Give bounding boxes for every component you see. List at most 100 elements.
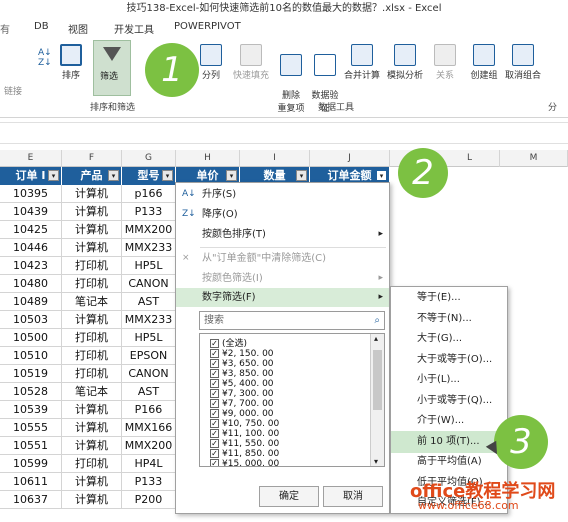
what-if-button[interactable]: 模拟分析	[384, 44, 426, 81]
cell-model[interactable]: MMX200	[122, 437, 176, 455]
cell-model[interactable]: AST	[122, 293, 176, 311]
dropdown-arrow-icon[interactable]: ▾	[296, 170, 307, 181]
checkbox-checked-icon[interactable]: ✓	[210, 449, 219, 458]
cell-model[interactable]: p166	[122, 185, 176, 203]
tab-view[interactable]: 视图	[68, 21, 88, 36]
submenu-item[interactable]: 不等于(N)...	[391, 308, 507, 330]
text-to-columns-button[interactable]: 分列	[194, 44, 228, 81]
cell-product[interactable]: 打印机	[62, 275, 122, 293]
cell-order-id[interactable]: 10539	[0, 401, 62, 419]
col-header-i[interactable]: I	[240, 150, 310, 167]
checkbox-checked-icon[interactable]: ✓	[210, 429, 219, 438]
cell-product[interactable]: 计算机	[62, 419, 122, 437]
cell-product[interactable]: 计算机	[62, 437, 122, 455]
scroll-thumb[interactable]	[373, 350, 382, 410]
consolidate-button[interactable]: 合并计算	[342, 44, 382, 81]
menu-clear-filter[interactable]: ⨯ 从"订单金额"中清除筛选(C)	[176, 249, 389, 268]
cell-product[interactable]: 笔记本	[62, 293, 122, 311]
sort-az-icon[interactable]: A↓ Z↓	[38, 48, 54, 88]
sort-button[interactable]: 排序	[54, 44, 88, 81]
dropdown-arrow-icon[interactable]: ▾	[162, 170, 173, 181]
checkbox-checked-icon[interactable]: ✓	[210, 379, 219, 388]
cell-order-id[interactable]: 10599	[0, 455, 62, 473]
scroll-down-icon[interactable]: ▾	[374, 457, 378, 466]
checkbox-checked-icon[interactable]: ✓	[210, 409, 219, 418]
cell-model[interactable]: CANON	[122, 365, 176, 383]
cell-order-id[interactable]: 10446	[0, 239, 62, 257]
ok-button[interactable]: 确定	[259, 486, 319, 507]
cell-product[interactable]: 计算机	[62, 401, 122, 419]
checkbox-checked-icon[interactable]: ✓	[210, 399, 219, 408]
cell-order-id[interactable]: 10425	[0, 221, 62, 239]
cell-product[interactable]: 计算机	[62, 473, 122, 491]
dropdown-arrow-icon[interactable]: ▾	[48, 170, 59, 181]
cell-order-id[interactable]: 10423	[0, 257, 62, 275]
cell-product[interactable]: 计算机	[62, 239, 122, 257]
col-header-f[interactable]: F	[62, 150, 122, 167]
cell-model[interactable]: CANON	[122, 275, 176, 293]
col-header-e[interactable]: E	[0, 150, 62, 167]
cell-order-id[interactable]: 10395	[0, 185, 62, 203]
cell-order-id[interactable]: 10551	[0, 437, 62, 455]
filter-button[interactable]: 筛选	[93, 40, 131, 96]
submenu-item[interactable]: 等于(E)...	[391, 287, 507, 309]
checkbox-checked-icon[interactable]: ✓	[210, 359, 219, 368]
cell-order-id[interactable]: 10480	[0, 275, 62, 293]
submenu-item[interactable]: 大于(G)...	[391, 328, 507, 350]
tab-powerpivot[interactable]: POWERPIVOT	[174, 21, 241, 32]
cell-order-id[interactable]: 10528	[0, 383, 62, 401]
cell-order-id[interactable]: 10489	[0, 293, 62, 311]
cell-model[interactable]: HP5L	[122, 257, 176, 275]
checkbox-checked-icon[interactable]: ✓	[210, 369, 219, 378]
cell-product[interactable]: 打印机	[62, 347, 122, 365]
col-header-h[interactable]: H	[176, 150, 240, 167]
cell-model[interactable]: MMX166	[122, 419, 176, 437]
checkbox-checked-icon[interactable]: ✓	[210, 349, 219, 358]
cell-order-id[interactable]: 10519	[0, 365, 62, 383]
cell-model[interactable]: P133	[122, 473, 176, 491]
tab-partial[interactable]: 有	[0, 21, 10, 36]
checkbox-checked-icon[interactable]: ✓	[210, 419, 219, 428]
cell-product[interactable]: 计算机	[62, 491, 122, 509]
checkbox-checked-icon[interactable]: ✓	[210, 389, 219, 398]
filter-value-list[interactable]: ▴ ▾ ✓ (全选) ✓ ¥2, 150. 00 ✓ ¥3, 650. 00 ✓ ¥3, 85…	[199, 333, 385, 467]
filter-search-input[interactable]: 搜索 ⌕	[199, 311, 385, 330]
cell-model[interactable]: HP5L	[122, 329, 176, 347]
col-header-g[interactable]: G	[122, 150, 176, 167]
tab-developer[interactable]: 开发工具	[114, 21, 154, 36]
cell-model[interactable]: AST	[122, 383, 176, 401]
filter-list-item[interactable]: ✓ ¥15, 000. 00	[210, 458, 279, 466]
dropdown-arrow-icon[interactable]: ▾	[226, 170, 237, 181]
flash-fill-button[interactable]: 快速填充	[230, 44, 272, 81]
checkbox-checked-icon[interactable]: ✓	[210, 439, 219, 448]
cell-model[interactable]: EPSON	[122, 347, 176, 365]
cell-model[interactable]: MMX200	[122, 221, 176, 239]
menu-filter-by-color[interactable]: 按颜色筛选(I) ▸	[176, 269, 389, 288]
cell-order-id[interactable]: 10611	[0, 473, 62, 491]
col-header-l[interactable]: L	[440, 150, 500, 167]
menu-sort-asc[interactable]: A↓ 升序(S)	[176, 185, 389, 204]
cell-model[interactable]: MMX233	[122, 311, 176, 329]
menu-sort-desc[interactable]: Z↓ 降序(O)	[176, 205, 389, 224]
submenu-item[interactable]: 大于或等于(O)...	[391, 349, 507, 371]
submenu-item[interactable]: 小于(L)...	[391, 369, 507, 391]
checkbox-checked-icon[interactable]: ✓	[210, 339, 219, 348]
dropdown-arrow-icon[interactable]: ▾	[108, 170, 119, 181]
cell-product[interactable]: 打印机	[62, 257, 122, 275]
formula-bar[interactable]	[0, 122, 568, 144]
col-header-m[interactable]: M	[500, 150, 568, 167]
cell-order-id[interactable]: 10510	[0, 347, 62, 365]
submenu-item[interactable]: 介于(W)...	[391, 410, 507, 432]
cell-product[interactable]: 打印机	[62, 455, 122, 473]
cell-order-id[interactable]: 10500	[0, 329, 62, 347]
cancel-button[interactable]: 取消	[323, 486, 383, 507]
cell-model[interactable]: MMX233	[122, 239, 176, 257]
cell-model[interactable]: P166	[122, 401, 176, 419]
cell-model[interactable]: P200	[122, 491, 176, 509]
list-scrollbar[interactable]: ▴ ▾	[370, 334, 384, 466]
ungroup-button[interactable]: 取消组合	[502, 44, 544, 81]
cell-order-id[interactable]: 10555	[0, 419, 62, 437]
dropdown-arrow-icon[interactable]: ▾	[376, 170, 387, 181]
scroll-up-icon[interactable]: ▴	[374, 334, 378, 343]
checkbox-checked-icon[interactable]: ✓	[210, 459, 219, 466]
